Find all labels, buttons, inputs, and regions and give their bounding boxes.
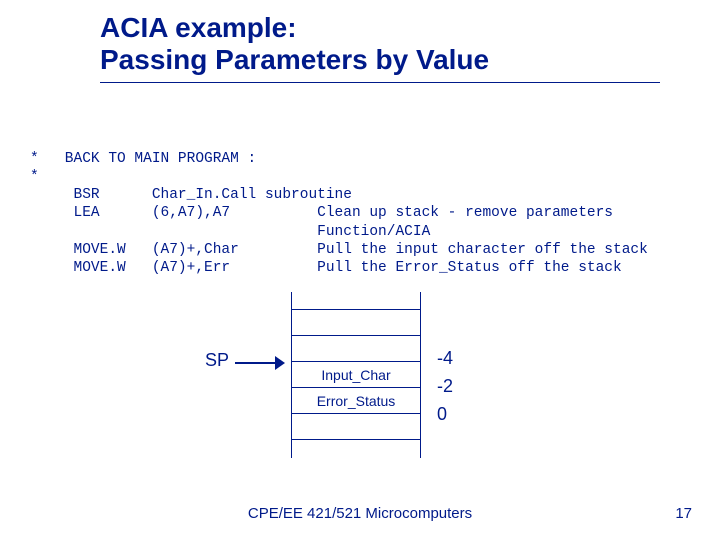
title-region: ACIA example: Passing Parameters by Valu… [100,12,660,91]
slide-title: ACIA example: Passing Parameters by Valu… [100,12,660,76]
title-line-1: ACIA example: [100,12,297,43]
footer-text: CPE/EE 421/521 Microcomputers [0,505,720,522]
offset-value: -2 [437,372,453,400]
stack-cell [292,310,420,336]
stack-open-bottom [292,440,420,458]
offset-column: -4 -2 0 [437,344,453,428]
title-underline [100,82,660,83]
stack-cell [292,414,420,440]
stack-cell [292,336,420,362]
stack-cell: Error_Status [292,388,420,414]
offset-value: 0 [437,400,453,428]
sp-label: SP [205,350,229,371]
stack-cell: Input_Char [292,362,420,388]
assembly-code-block: * BACK TO MAIN PROGRAM : * BSR Char_In.C… [30,150,648,277]
title-line-2: Passing Parameters by Value [100,44,489,75]
page-number: 17 [675,505,692,522]
stack-open-top [292,292,420,310]
stack-column: Input_Char Error_Status [291,292,421,458]
offset-value: -4 [437,344,453,372]
sp-arrow-icon [235,356,285,370]
